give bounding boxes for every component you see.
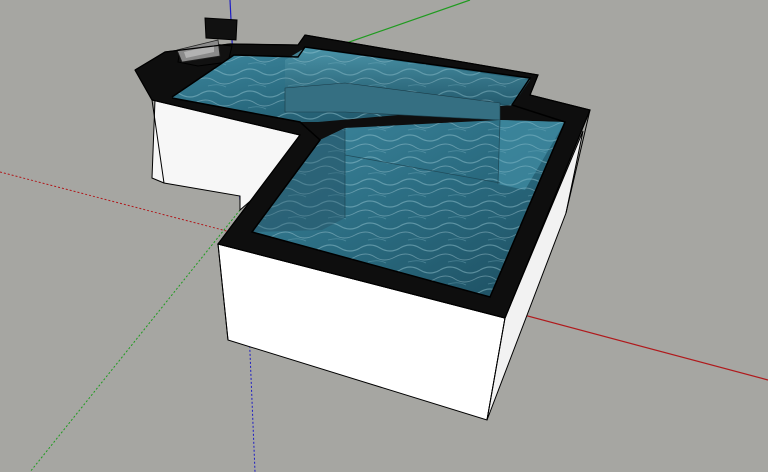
sketchup-3d-viewport[interactable] bbox=[0, 0, 768, 472]
pool-model[interactable] bbox=[134, 17, 591, 421]
red-axis bbox=[504, 309, 768, 381]
green-axis-dotted bbox=[29, 209, 241, 472]
